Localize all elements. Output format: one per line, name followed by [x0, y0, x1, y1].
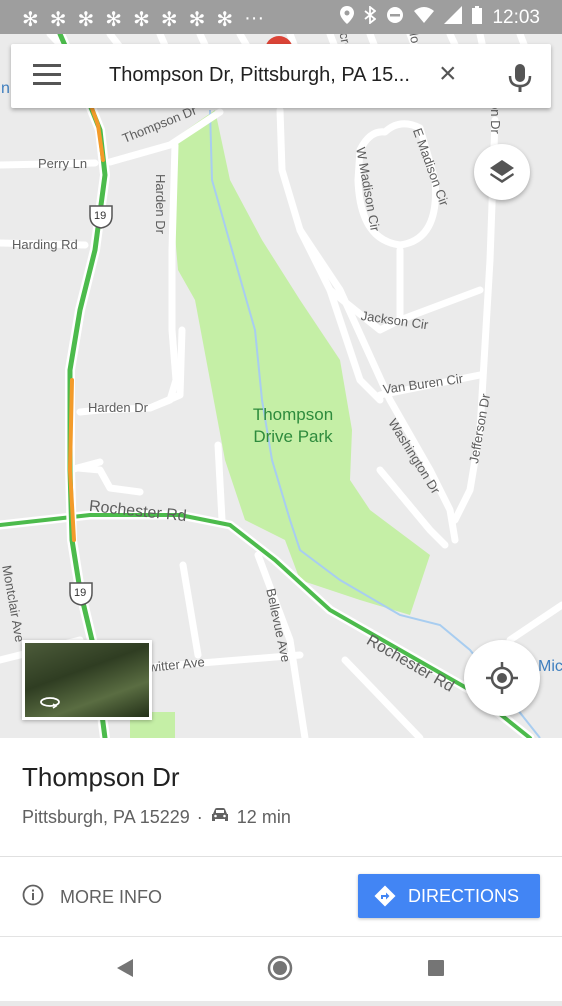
bluetooth-icon: [364, 5, 377, 29]
more-info-label: MORE INFO: [60, 887, 162, 907]
pinwheel-icon: ✻: [49, 9, 67, 31]
directions-label: DIRECTIONS: [408, 885, 520, 906]
navigation-bar: [0, 936, 562, 1001]
park-label[interactable]: Thompson Drive Park: [233, 404, 353, 448]
street-label-left-edge: n: [1, 80, 10, 97]
notification-icons: ✻ ✻ ✻ ✻ ✻ ✻ ✻ ✻ ···: [22, 7, 264, 32]
menu-icon[interactable]: [33, 64, 61, 88]
back-icon: [117, 959, 133, 977]
search-input[interactable]: Thompson Dr, Pittsburgh, PA 15...: [109, 64, 410, 87]
street-label-perry-ln: Perry Ln: [38, 156, 88, 171]
street-view-thumbnail[interactable]: [22, 640, 152, 720]
pinwheel-icon: ✻: [133, 9, 150, 31]
street-label-harden-dr: Harden Dr: [88, 400, 148, 415]
microphone-icon[interactable]: [505, 62, 535, 94]
recents-icon: [428, 960, 444, 976]
info-icon: [22, 884, 44, 911]
my-location-icon: [486, 662, 518, 694]
place-label-mic: Mic: [538, 658, 562, 675]
pinwheel-icon: ✻: [160, 9, 178, 31]
battery-icon: [472, 6, 483, 29]
pinwheel-icon: ✻: [188, 9, 206, 31]
pinwheel-icon: ✻: [77, 9, 95, 31]
more-notifications-icon: ···: [244, 7, 265, 29]
clock: 12:03: [492, 6, 540, 28]
pinwheel-icon: ✻: [105, 9, 123, 31]
my-location-button[interactable]: [464, 640, 540, 716]
place-subtitle: Pittsburgh, PA 15229 · 12 min: [22, 807, 291, 828]
drive-time: 12 min: [236, 807, 291, 827]
more-info-button[interactable]: MORE INFO: [22, 884, 162, 911]
close-icon[interactable]: ×: [439, 58, 457, 90]
street-label-harden-dr-vertical: Harden Dr: [153, 174, 168, 234]
car-icon: [210, 807, 230, 828]
search-bar[interactable]: Thompson Dr, Pittsburgh, PA 15... ×: [11, 44, 551, 108]
cellular-signal-icon: [444, 6, 463, 29]
location-icon: [340, 6, 355, 29]
place-title: Thompson Dr: [22, 762, 180, 792]
pinwheel-icon: ✻: [216, 9, 234, 31]
street-label-harding-rd: Harding Rd: [12, 237, 78, 252]
wifi-icon: [414, 7, 435, 28]
park-name-line1: Thompson: [252, 405, 334, 424]
layers-button[interactable]: [474, 144, 530, 200]
status-bar: ✻ ✻ ✻ ✻ ✻ ✻ ✻ ✻ ··· 12:03: [0, 0, 562, 34]
do-not-disturb-icon: [386, 6, 404, 29]
layers-icon: [490, 160, 514, 183]
directions-button[interactable]: DIRECTIONS: [358, 874, 540, 918]
map-view[interactable]: 19 19 Perry Ln Thompson Dr Harden Dr Har…: [0, 34, 562, 738]
park-name-line2: Drive Park: [253, 427, 333, 446]
place-sheet[interactable]: Thompson Dr Pittsburgh, PA 15229 · 12 mi…: [0, 738, 562, 936]
separator: ·: [196, 807, 203, 827]
route-shield-label: 19: [94, 210, 107, 222]
pinwheel-icon: ✻: [22, 9, 39, 31]
route-shield-label: 19: [74, 587, 87, 599]
rotate-360-icon: [40, 697, 60, 709]
directions-icon: [374, 885, 396, 907]
place-address: Pittsburgh, PA 15229: [22, 807, 190, 827]
divider: [0, 856, 562, 857]
